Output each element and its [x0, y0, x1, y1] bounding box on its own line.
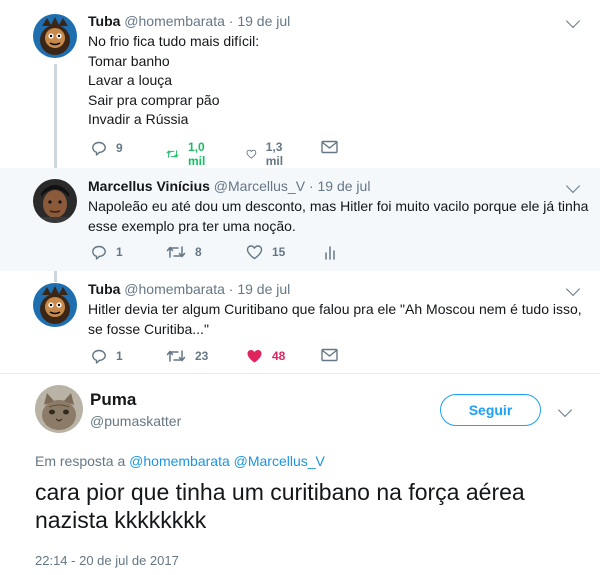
author-handle[interactable]: @homembarata — [124, 13, 225, 29]
retweet-count: 23 — [195, 349, 209, 363]
reply-button[interactable]: 9 — [91, 140, 123, 156]
chevron-down-icon[interactable] — [565, 178, 581, 194]
like-button[interactable]: 48 — [246, 348, 285, 364]
heart-icon — [246, 149, 257, 159]
tweet-date[interactable]: 19 de jul — [318, 178, 371, 194]
thread-tweet-3[interactable]: Tuba @homembarata · 19 de jul Hitler dev… — [0, 271, 600, 373]
main-tweet-text: cara pior que tinha um curitibano na for… — [35, 479, 525, 533]
like-button[interactable]: 1,3 mil — [246, 140, 289, 168]
tweet-date[interactable]: 19 de jul — [237, 281, 290, 297]
reply-count: 1 — [116, 245, 123, 259]
main-tweet-timestamp[interactable]: 22:14 - 20 de jul de 2017 — [35, 553, 179, 568]
tweet-text: Hitler devia ter algum Curitibano que fa… — [88, 300, 582, 339]
retweet-icon — [166, 350, 186, 362]
tweet-text-line: se fosse Curitiba..." — [88, 320, 209, 337]
retweet-button[interactable]: 8 — [166, 244, 202, 260]
profile-photo-icon[interactable] — [33, 179, 77, 223]
tweet-text-line: Sair pra comprar pão — [88, 91, 220, 108]
reply-button[interactable]: 1 — [91, 244, 123, 260]
author-name[interactable]: Tuba — [88, 281, 120, 297]
analytics-button[interactable] — [324, 244, 336, 260]
tweet-text-line: Napoleão eu até dou um desconto, mas Hit… — [88, 198, 589, 214]
retweet-icon — [166, 246, 186, 258]
thread-divider — [0, 373, 600, 374]
cartoon-avatar-icon[interactable] — [33, 283, 77, 327]
reply-prefix: Em resposta a — [35, 453, 126, 469]
thread-tweet-2[interactable]: Marcellus Vinícius @Marcellus_V · 19 de … — [0, 168, 600, 271]
retweet-button[interactable]: 1,0 mil — [166, 140, 212, 168]
heart-filled-icon — [247, 350, 262, 363]
like-count: 15 — [272, 245, 286, 259]
cartoon-avatar-icon[interactable] — [33, 14, 77, 58]
like-count: 1,3 mil — [265, 140, 284, 168]
direct-message-button[interactable] — [321, 140, 338, 154]
cat-avatar-icon[interactable] — [35, 385, 83, 433]
tweet-text: Napoleão eu até dou um desconto, mas Hit… — [88, 197, 588, 236]
like-button[interactable]: 15 — [246, 244, 285, 260]
tweet-text: No frio fica tudo mais difícil: Tomar ba… — [88, 32, 259, 130]
retweet-button[interactable]: 23 — [166, 348, 208, 364]
retweet-count: 1,0 mil — [188, 140, 206, 168]
author-handle[interactable]: @Marcellus_V — [214, 178, 305, 194]
separator-dot: · — [228, 13, 234, 29]
reply-icon — [92, 141, 106, 156]
author-name[interactable]: Marcellus Vinícius — [88, 178, 210, 194]
main-author-name[interactable]: Puma — [90, 390, 136, 410]
reply-count: 9 — [116, 141, 123, 155]
separator-dot: · — [228, 281, 234, 297]
chevron-down-icon[interactable] — [557, 402, 573, 418]
author-name[interactable]: Tuba — [88, 13, 120, 29]
reply-icon — [92, 349, 106, 364]
retweet-count: 8 — [195, 245, 202, 259]
author-handle[interactable]: @homembarata — [124, 281, 225, 297]
chevron-down-icon[interactable] — [565, 13, 581, 29]
analytics-icon — [325, 246, 335, 260]
separator-dot: · — [308, 178, 314, 194]
tweet-date[interactable]: 19 de jul — [237, 13, 290, 29]
reply-count: 1 — [116, 349, 123, 363]
direct-message-button[interactable] — [321, 348, 338, 362]
tweet-text-line: Lavar a louça — [88, 72, 173, 88]
tweet-text-line: Tomar banho — [88, 52, 170, 69]
heart-icon — [246, 245, 263, 260]
tweet-text-line: esse exemplo pra ter uma noção. — [88, 217, 296, 234]
tweet-text-line: Invadir a Rússia — [88, 111, 189, 127]
thread-tweet-1[interactable]: Tuba @homembarata · 19 de jul No frio fi… — [0, 0, 600, 168]
like-count: 48 — [272, 349, 286, 363]
reply-mention-link[interactable]: @homembarata — [129, 453, 230, 469]
follow-button[interactable]: Seguir — [440, 394, 541, 426]
tweet-text-line: Hitler devia ter algum Curitibano que fa… — [88, 301, 582, 317]
reply-context: Em resposta a @homembarata @Marcellus_V — [35, 453, 325, 469]
tweet-header: Tuba @homembarata · 19 de jul — [88, 13, 290, 29]
reply-button[interactable]: 1 — [91, 348, 123, 364]
tweet-header: Marcellus Vinícius @Marcellus_V · 19 de … — [88, 178, 370, 194]
tweet-header: Tuba @homembarata · 19 de jul — [88, 281, 290, 297]
reply-icon — [92, 245, 106, 260]
chevron-down-icon[interactable] — [565, 281, 581, 297]
envelope-icon — [321, 140, 338, 154]
envelope-icon — [321, 348, 338, 362]
tweet-text-line: No frio fica tudo mais difícil: — [88, 33, 260, 49]
retweet-icon — [166, 150, 179, 158]
reply-mention-link[interactable]: @Marcellus_V — [234, 453, 325, 469]
main-author-handle[interactable]: @pumaskatter — [90, 413, 181, 429]
